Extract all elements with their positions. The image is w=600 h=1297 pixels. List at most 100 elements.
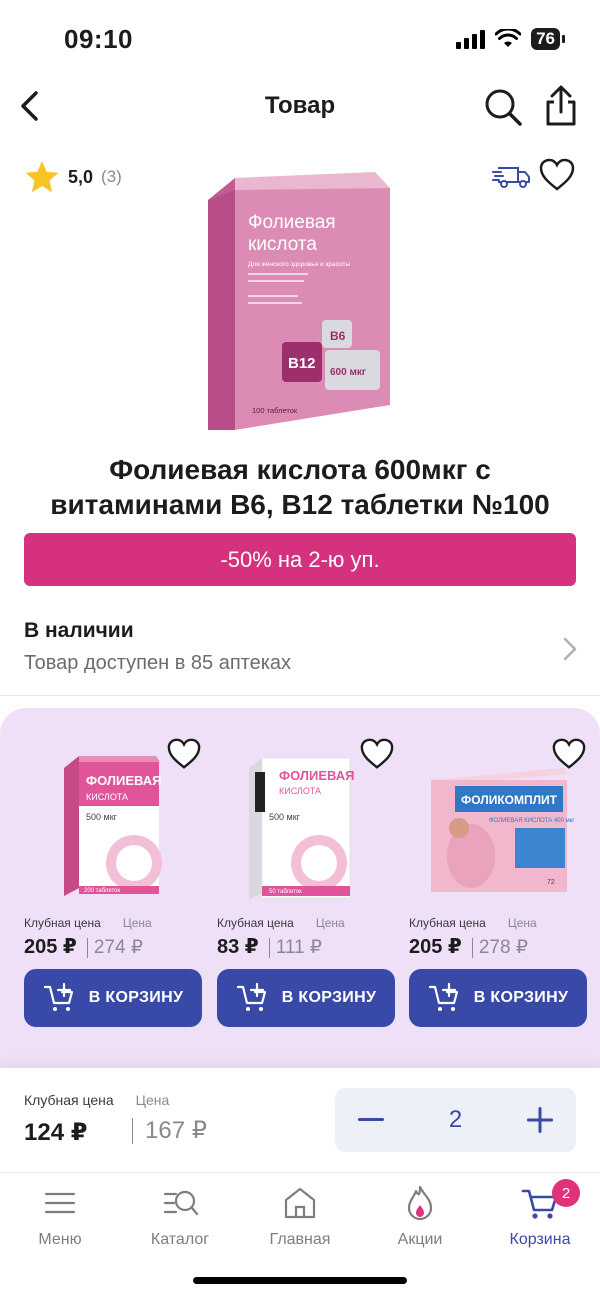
- tab-promotions-label: Акции: [397, 1231, 443, 1248]
- tab-home[interactable]: Главная: [240, 1183, 360, 1249]
- plus-icon: [527, 1107, 553, 1133]
- quantity-value: 2: [448, 1106, 463, 1133]
- favorite-heart-icon[interactable]: [538, 156, 576, 194]
- cart-badge: 2: [552, 1179, 580, 1207]
- buy-bar-regular-price: 167 ₽: [132, 1118, 207, 1144]
- tab-home-label: Главная: [269, 1231, 331, 1248]
- regular-price: 278 ₽: [471, 938, 528, 958]
- price-values: 205 ₽ 278 ₽: [409, 934, 587, 959]
- flame-icon: [407, 1185, 433, 1221]
- tab-promotions[interactable]: Акции: [360, 1183, 480, 1249]
- header: Товар: [0, 80, 600, 136]
- price-label: Цена: [122, 916, 152, 930]
- favorite-heart-icon[interactable]: [551, 736, 587, 772]
- menu-icon: [44, 1192, 76, 1214]
- thumb-name-1: ФОЛИКОМПЛИТ: [461, 793, 558, 807]
- price-label: Цена: [135, 1092, 170, 1108]
- delivery-truck-icon[interactable]: [492, 160, 532, 192]
- availability-title: В наличии: [24, 619, 134, 642]
- tab-cart[interactable]: 2 Корзина: [480, 1179, 600, 1249]
- decrease-quantity-button[interactable]: [347, 1096, 395, 1144]
- club-price-label: Клубная цена: [24, 1092, 114, 1108]
- thumb-name-2: ФОЛИЕВАЯ КИСЛОТА 400 мкг: [489, 818, 575, 824]
- search-icon[interactable]: [482, 86, 524, 128]
- buy-bar-price-labels: Клубная цена Цена: [24, 1092, 169, 1108]
- tab-catalog-label: Каталог: [150, 1231, 210, 1248]
- regular-price: 111 ₽: [268, 938, 322, 958]
- availability-row[interactable]: В наличии Товар доступен в 85 аптеках: [0, 606, 600, 696]
- status-icons: 76: [456, 28, 565, 50]
- wifi-icon: [495, 29, 522, 47]
- price-labels: Клубная цена Цена: [24, 916, 202, 930]
- home-icon: [284, 1187, 316, 1219]
- cart-add-icon: [43, 983, 73, 1011]
- thumb-count: 50 таблеток: [269, 889, 302, 895]
- add-to-cart-label: В КОРЗИНУ: [473, 989, 569, 1006]
- status-time: 09:10: [64, 24, 133, 54]
- tab-catalog[interactable]: Каталог: [120, 1183, 240, 1249]
- product-card[interactable]: ФОЛИЕВАЯ КИСЛОТА 500 мкг 200 таблеток Кл…: [24, 728, 202, 1027]
- thumb-name-2: КИСЛОТА: [86, 792, 128, 802]
- price-label: Цена: [315, 916, 345, 930]
- product-card[interactable]: ФОЛИЕВАЯ КИСЛОТА 500 мкг 50 таблеток Клу…: [217, 728, 395, 1027]
- status-bar: 09:10 76: [0, 0, 600, 80]
- chevron-right-icon: [563, 637, 577, 661]
- star-icon: [25, 161, 59, 193]
- tab-menu-label: Меню: [38, 1231, 82, 1248]
- promo-banner[interactable]: -50% на 2-ю уп.: [24, 533, 576, 586]
- increase-quantity-button[interactable]: [516, 1096, 564, 1144]
- thumb-name-2: КИСЛОТА: [279, 786, 321, 796]
- pack-b12: B12: [288, 355, 316, 372]
- review-count: (3): [101, 167, 122, 186]
- club-price-label: Клубная цена: [409, 916, 486, 930]
- cart-add-icon: [428, 983, 458, 1011]
- add-to-cart-button[interactable]: В КОРЗИНУ: [217, 969, 395, 1027]
- buy-bar-club-price: 124 ₽: [24, 1119, 88, 1146]
- battery-indicator: 76: [531, 28, 565, 50]
- tab-cart-label: Корзина: [509, 1231, 571, 1248]
- add-to-cart-label: В КОРЗИНУ: [88, 989, 184, 1006]
- pack-b6: B6: [330, 329, 346, 343]
- add-to-cart-button[interactable]: В КОРЗИНУ: [409, 969, 587, 1027]
- quantity-stepper: 2: [335, 1088, 576, 1152]
- pack-subtitle: Для женского здоровья и красоты: [248, 261, 350, 268]
- price-values: 83 ₽ 111 ₽: [217, 934, 395, 959]
- minus-icon: [358, 1118, 384, 1121]
- price-label: Цена: [507, 916, 537, 930]
- share-icon[interactable]: [540, 84, 582, 128]
- favorite-heart-icon[interactable]: [166, 736, 202, 772]
- buy-bar: Клубная цена Цена 124 ₽ 167 ₽ 2: [0, 1068, 600, 1172]
- product-image: Фолиевая кислота Для женского здоровья и…: [208, 172, 390, 430]
- pack-brand-line2: кислота: [248, 234, 317, 255]
- regular-price: 274 ₽: [86, 938, 143, 958]
- catalog-search-icon: [163, 1190, 199, 1216]
- thumb-count: 72: [547, 879, 555, 886]
- availability-subtitle: Товар доступен в 85 аптеках: [24, 652, 292, 674]
- thumb-name-1: ФОЛИЕВАЯ: [86, 773, 162, 788]
- pack-dose: 600 мкг: [330, 367, 366, 378]
- thumb-name-1: ФОЛИЕВАЯ: [279, 768, 355, 783]
- add-to-cart-label: В КОРЗИНУ: [281, 989, 377, 1006]
- home-indicator: [193, 1277, 407, 1284]
- product-rating[interactable]: 5,0 (3): [24, 160, 122, 194]
- rating-value: 5,0: [68, 166, 94, 187]
- favorite-heart-icon[interactable]: [359, 736, 395, 772]
- pack-count: 100 таблеток: [252, 406, 298, 415]
- tab-menu[interactable]: Меню: [0, 1183, 120, 1249]
- product-card-image: ФОЛИЕВАЯ КИСЛОТА 500 мкг 50 таблеток: [217, 728, 395, 904]
- club-price-label: Клубная цена: [24, 916, 101, 930]
- price-values: 205 ₽ 274 ₽: [24, 934, 202, 959]
- product-card[interactable]: ФОЛИКОМПЛИТ ФОЛИЕВАЯ КИСЛОТА 400 мкг 72 …: [409, 728, 587, 1027]
- price-labels: Клубная цена Цена: [409, 916, 587, 930]
- product-title: Фолиевая кислота 600мкг с витаминами В6,…: [20, 452, 580, 522]
- cart-add-icon: [236, 983, 266, 1011]
- product-title-line2: витаминами В6, В12 таблетки №100: [50, 489, 550, 520]
- thumb-count: 200 таблеток: [84, 888, 121, 894]
- thumb-dose: 500 мкг: [86, 812, 118, 822]
- club-price: 83 ₽: [217, 936, 259, 958]
- thumb-dose: 500 мкг: [269, 812, 301, 822]
- price-labels: Клубная цена Цена: [217, 916, 395, 930]
- add-to-cart-button[interactable]: В КОРЗИНУ: [24, 969, 202, 1027]
- product-title-line1: Фолиевая кислота 600мкг с: [109, 454, 491, 485]
- cellular-signal-icon: [456, 29, 486, 49]
